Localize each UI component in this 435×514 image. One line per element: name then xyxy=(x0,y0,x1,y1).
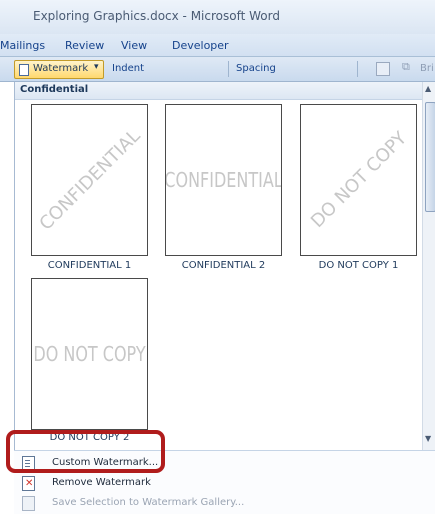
watermark-preview: DO NOT COPY xyxy=(31,278,148,430)
section-label: Confidential xyxy=(20,84,89,95)
bring-forward-label[interactable]: Bri xyxy=(420,63,434,74)
remove-watermark-icon xyxy=(22,476,35,491)
watermark-preview: CONFIDENTIAL xyxy=(31,104,148,256)
watermark-preview: CONFIDENTIAL xyxy=(165,104,282,256)
toolbar-divider xyxy=(228,61,229,77)
gallery-scrollbar[interactable]: ▲ ▼ xyxy=(422,82,435,450)
watermark-gallery: Confidential CONFIDENTIAL CONFIDENTIAL 1… xyxy=(14,82,435,450)
watermark-text: CONFIDENTIAL xyxy=(34,125,145,235)
document-icon xyxy=(22,456,35,471)
scroll-down-icon[interactable]: ▼ xyxy=(425,434,431,443)
title-bar: Exploring Graphics.docx - Microsoft Word xyxy=(0,0,435,34)
spacing-label: Spacing xyxy=(236,63,276,74)
tab-developer[interactable]: Developer xyxy=(172,39,229,52)
watermark-button[interactable]: Watermark ▾ xyxy=(14,60,104,79)
toolbar-divider xyxy=(357,61,358,77)
watermark-text: CONFIDENTIAL xyxy=(165,167,282,193)
scrollbar-thumb[interactable] xyxy=(425,102,435,212)
page-layout-toolbar: Watermark ▾ Indent Spacing ⧉ Bri xyxy=(0,57,435,82)
menu-item-label: Custom Watermark... xyxy=(52,457,159,468)
ribbon-tabs: Mailings Review View Developer xyxy=(0,34,435,57)
gallery-item-caption: DO NOT COPY 1 xyxy=(318,260,399,271)
save-to-gallery-icon xyxy=(22,496,35,511)
gallery-item-caption: CONFIDENTIAL 1 xyxy=(47,260,132,271)
remove-watermark-item[interactable]: Remove Watermark xyxy=(14,473,435,493)
watermark-text: DO NOT COPY xyxy=(306,127,411,233)
gallery-item-caption: CONFIDENTIAL 2 xyxy=(181,260,266,271)
watermark-preview: DO NOT COPY xyxy=(300,104,417,256)
bring-forward-icon[interactable]: ⧉ xyxy=(402,60,410,74)
tab-mailings[interactable]: Mailings xyxy=(0,39,45,52)
save-selection-to-gallery-item[interactable]: Save Selection to Watermark Gallery... xyxy=(14,493,435,513)
window-title: Exploring Graphics.docx - Microsoft Word xyxy=(33,9,280,23)
menu-item-label: Remove Watermark xyxy=(52,477,151,488)
tab-review[interactable]: Review xyxy=(65,39,104,52)
chevron-down-icon: ▾ xyxy=(94,62,99,72)
custom-watermark-item[interactable]: Custom Watermark... xyxy=(14,453,435,473)
indent-label: Indent xyxy=(112,63,145,74)
gallery-item-caption: DO NOT COPY 2 xyxy=(49,432,130,443)
scroll-up-icon[interactable]: ▲ xyxy=(425,84,431,93)
watermark-text: DO NOT COPY xyxy=(33,341,146,367)
watermark-menu: Custom Watermark... Remove Watermark Sav… xyxy=(14,450,435,514)
gallery-section-header: Confidential xyxy=(15,82,422,100)
menu-item-label: Save Selection to Watermark Gallery... xyxy=(52,497,245,508)
tab-view[interactable]: View xyxy=(121,39,147,52)
position-icon[interactable] xyxy=(376,62,390,76)
watermark-icon xyxy=(19,64,29,76)
watermark-label: Watermark xyxy=(33,63,89,74)
